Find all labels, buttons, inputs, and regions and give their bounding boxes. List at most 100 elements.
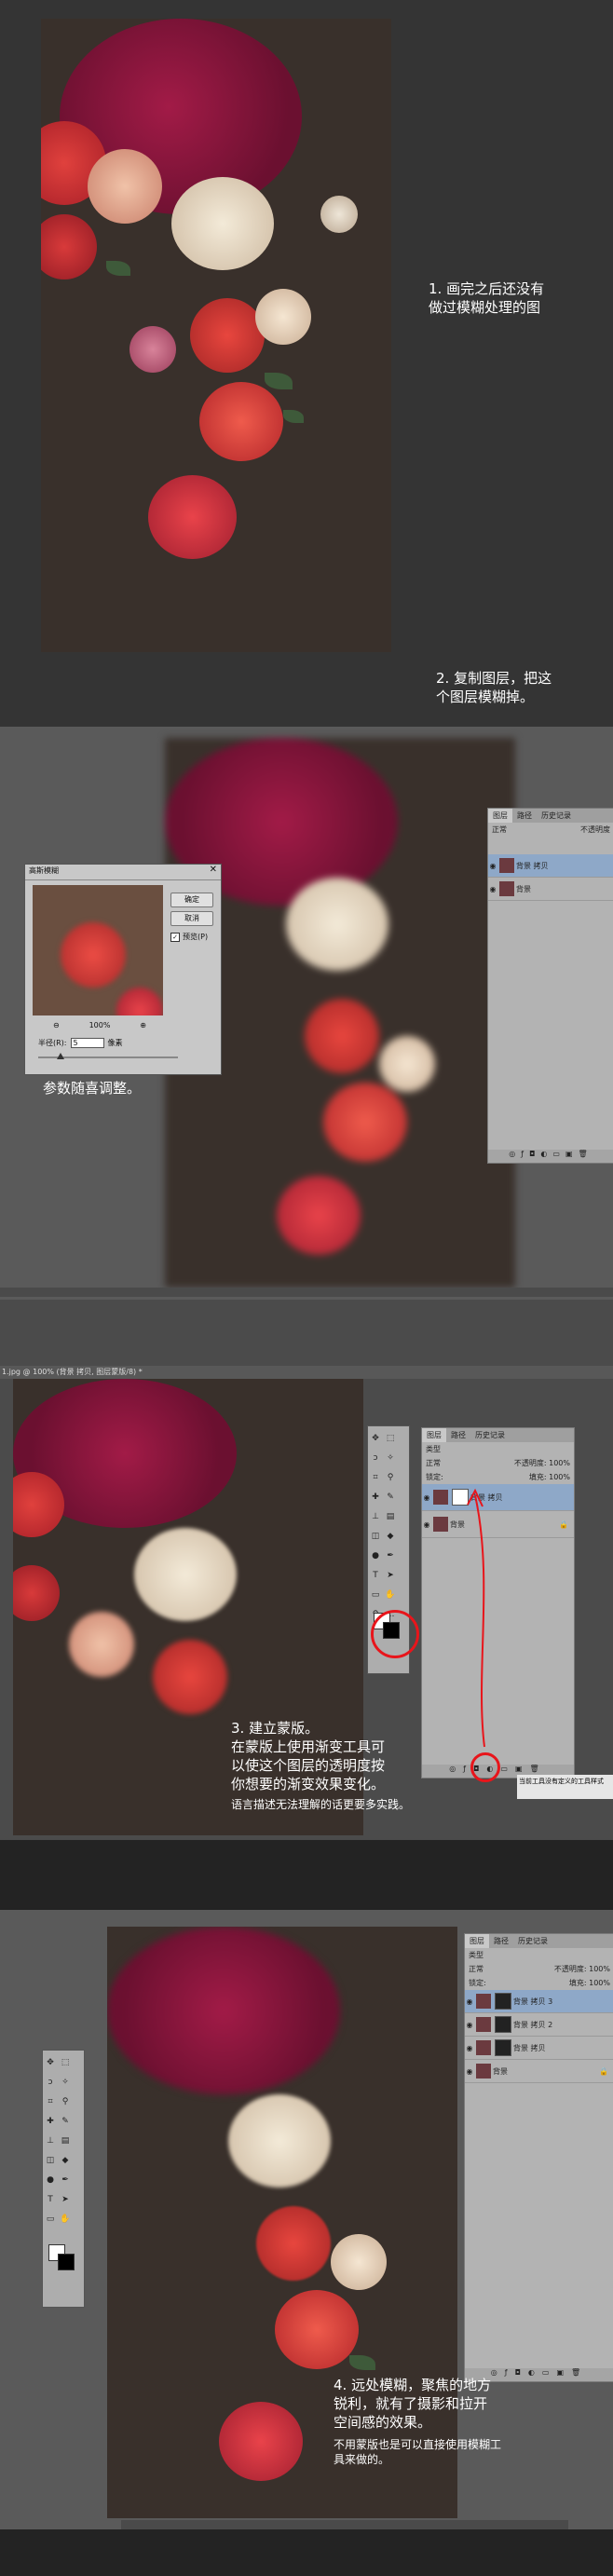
opacity-value[interactable]: 100%: [549, 1459, 570, 1467]
close-icon[interactable]: ✕: [210, 865, 217, 875]
leaf: [106, 261, 130, 276]
ok-button[interactable]: 确定: [170, 893, 213, 907]
move-tool-icon[interactable]: ✥: [45, 2057, 56, 2068]
blur-tool-icon[interactable]: ◆: [60, 2155, 71, 2166]
layer-row[interactable]: ◉ 背景 拷贝 2: [465, 2013, 613, 2037]
preview-option[interactable]: ✓ 预览(P): [170, 932, 208, 942]
crop-tool-icon[interactable]: ⌗: [45, 2096, 56, 2107]
stamp-tool-icon[interactable]: ⊥: [370, 1511, 381, 1522]
tab-layers[interactable]: 图层: [488, 809, 512, 823]
dodge-tool-icon[interactable]: ●: [370, 1550, 381, 1561]
document-tab[interactable]: 1.jpg @ 100% (背景 拷贝, 图层蒙版/8) *: [0, 1366, 613, 1379]
eye-icon[interactable]: ◉: [465, 2021, 474, 2029]
tab-history[interactable]: 历史记录: [470, 1428, 510, 1442]
layer-thumbnail: [476, 2064, 491, 2079]
zoom-in-icon[interactable]: ⊕: [140, 1021, 146, 1029]
cancel-button[interactable]: 取消: [170, 911, 213, 926]
step3-small: 语言描述无法理解的话更要多实践。: [231, 1798, 411, 1811]
blur-tool-icon[interactable]: ◆: [385, 1531, 396, 1542]
tab-paths[interactable]: 路径: [512, 809, 537, 823]
layer-row[interactable]: ◉ 背景 🔒: [465, 2060, 613, 2083]
eyedropper-icon[interactable]: ⚲: [60, 2096, 71, 2107]
layer-mask-thumbnail[interactable]: [495, 1993, 511, 2010]
healing-brush-icon[interactable]: ✚: [370, 1492, 381, 1503]
path-select-icon[interactable]: ➤: [385, 1570, 396, 1581]
layer-mask-thumbnail[interactable]: [495, 2016, 511, 2033]
eyedropper-icon[interactable]: ⚲: [385, 1472, 396, 1483]
tab-layers[interactable]: 图层: [422, 1428, 446, 1442]
red-rose: [305, 999, 379, 1073]
magic-wand-icon[interactable]: ✧: [385, 1452, 396, 1464]
filter-row: 类型: [422, 1442, 574, 1456]
opacity-value[interactable]: 100%: [589, 1965, 610, 1973]
layer-mask-thumbnail[interactable]: [495, 2039, 511, 2056]
tab-history[interactable]: 历史记录: [513, 1934, 552, 1948]
move-tool-icon[interactable]: ✥: [370, 1433, 381, 1444]
layer-row[interactable]: ◉ 背景 拷贝 3: [465, 1990, 613, 2013]
tab-paths[interactable]: 路径: [489, 1934, 513, 1948]
horizontal-scrollbar[interactable]: [0, 1288, 613, 1297]
pen-tool-icon[interactable]: ✒: [385, 1550, 396, 1561]
lasso-tool-icon[interactable]: ↄ: [45, 2077, 56, 2088]
eye-icon[interactable]: ◉: [465, 2044, 474, 2052]
gradient-tool-icon[interactable]: ▤: [60, 2135, 71, 2147]
opacity-label: 不透明度:: [513, 1459, 547, 1467]
filter-kind-select[interactable]: 类型: [426, 1445, 441, 1453]
preview-checkbox[interactable]: ✓: [170, 932, 180, 942]
shape-tool-icon[interactable]: ▭: [45, 2214, 56, 2225]
section-unblurred-artwork: 1. 画完之后还没有 做过模糊处理的图 2. 复制图层，把这 个图层模糊掉。: [0, 0, 613, 727]
layer-name: 背景 拷贝 2: [513, 2020, 553, 2029]
eraser-tool-icon[interactable]: ◫: [45, 2155, 56, 2166]
marquee-tool-icon[interactable]: ⬚: [385, 1433, 396, 1444]
layer-row[interactable]: ◉ 背景: [488, 878, 613, 901]
type-tool-icon[interactable]: T: [370, 1570, 381, 1581]
filter-kind-select[interactable]: 类型: [469, 1951, 484, 1959]
red-rose: [323, 1083, 407, 1162]
eye-icon[interactable]: ◉: [465, 2067, 474, 2076]
type-tool-icon[interactable]: T: [45, 2194, 56, 2205]
brush-tool-icon[interactable]: ✎: [385, 1492, 396, 1503]
layer-row[interactable]: ◉ 背景 拷贝: [488, 854, 613, 878]
eraser-tool-icon[interactable]: ◫: [370, 1531, 381, 1542]
eye-icon[interactable]: ◉: [488, 862, 497, 870]
pen-tool-icon[interactable]: ✒: [60, 2174, 71, 2186]
horizontal-scrollbar[interactable]: [121, 2520, 568, 2529]
dodge-tool-icon[interactable]: ●: [45, 2174, 56, 2186]
stamp-tool-icon[interactable]: ⊥: [45, 2135, 56, 2147]
brush-tool-icon[interactable]: ✎: [60, 2116, 71, 2127]
layer-name: 背景 拷贝: [516, 861, 549, 870]
tab-layers[interactable]: 图层: [465, 1934, 489, 1948]
gradient-tool-icon[interactable]: ▤: [385, 1511, 396, 1522]
blend-mode[interactable]: 正常: [469, 1964, 484, 1974]
hand-tool-icon[interactable]: ✋: [60, 2214, 71, 2225]
tab-paths[interactable]: 路径: [446, 1428, 470, 1442]
background-color-swatch[interactable]: [58, 2254, 75, 2270]
blend-mode[interactable]: 正常: [492, 825, 507, 852]
preview-rose: [61, 922, 126, 988]
fill-value[interactable]: 100%: [589, 1979, 610, 1987]
marquee-tool-icon[interactable]: ⬚: [60, 2057, 71, 2068]
layer-row[interactable]: ◉ 背景 拷贝: [465, 2037, 613, 2060]
zoom-out-icon[interactable]: ⊖: [53, 1021, 60, 1029]
red-rose: [13, 1565, 60, 1621]
fill-label: 填充:: [528, 1473, 547, 1481]
leaf: [283, 410, 304, 423]
path-select-icon[interactable]: ➤: [60, 2194, 71, 2205]
dialog-titlebar: 高斯模糊 ✕: [25, 865, 221, 880]
panel-footer-icons[interactable]: ◎ƒ◘◐▭▣🗑: [488, 1150, 613, 1163]
layer-thumbnail: [476, 2017, 491, 2032]
magic-wand-icon[interactable]: ✧: [60, 2077, 71, 2088]
crop-tool-icon[interactable]: ⌗: [370, 1472, 381, 1483]
tab-history[interactable]: 历史记录: [537, 809, 576, 823]
lasso-tool-icon[interactable]: ↄ: [370, 1452, 381, 1464]
healing-brush-icon[interactable]: ✚: [45, 2116, 56, 2127]
preview-window[interactable]: [33, 885, 163, 1015]
eye-icon[interactable]: ◉: [465, 1997, 474, 2006]
fill-value[interactable]: 100%: [549, 1473, 570, 1481]
radius-slider-handle[interactable]: [57, 1053, 64, 1059]
panel-tabs: 图层 路径 历史记录: [422, 1428, 574, 1442]
shape-tool-icon[interactable]: ▭: [370, 1589, 381, 1601]
eye-icon[interactable]: ◉: [488, 885, 497, 893]
hand-tool-icon[interactable]: ✋: [385, 1589, 396, 1601]
radius-input[interactable]: 5: [70, 1038, 104, 1048]
